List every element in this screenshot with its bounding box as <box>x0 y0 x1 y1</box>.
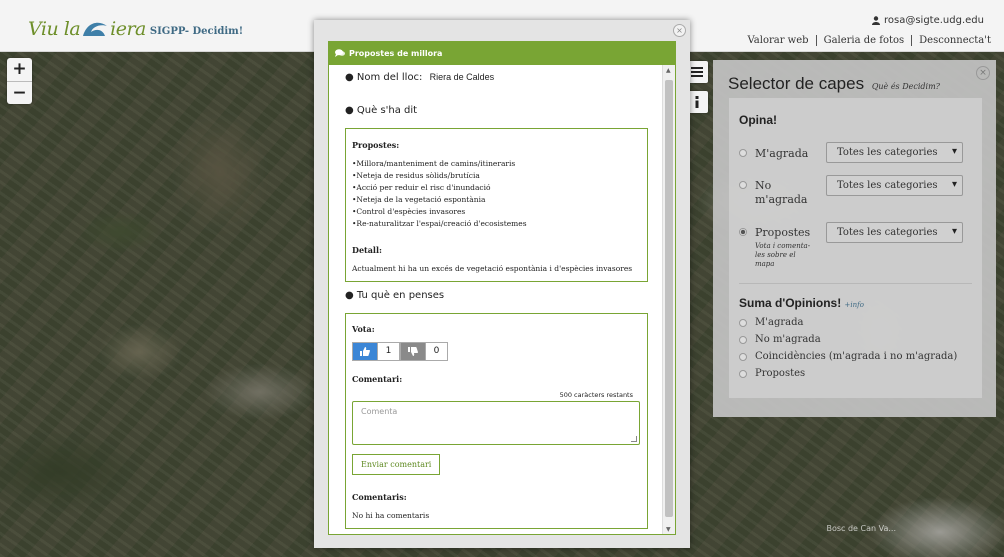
detail-label: Detall: <box>352 245 382 255</box>
top-nav: Valorar web Galeria de fotos Desconnecta… <box>741 35 999 46</box>
proposal-modal: × Propostes de millora ▲ ▼ ● Nom del llo… <box>314 20 690 548</box>
like-count: 1 <box>377 343 399 360</box>
proposal-item: •Acció per reduir el risc d'inundació <box>352 183 491 192</box>
place-value: Riera de Caldes <box>429 72 495 82</box>
suma-option[interactable]: Propostes <box>739 368 805 379</box>
comments-icon <box>335 49 345 57</box>
dislike-button[interactable]: 0 <box>400 342 448 361</box>
said-title: Què s'ha dit <box>356 105 418 116</box>
comment-label: Comentari: <box>352 374 403 384</box>
no-comments-text: No hi ha comentaris <box>352 511 430 520</box>
proposals-box: Propostes: •Millora/manteniment de camin… <box>345 128 648 282</box>
proposal-item: •Millora/manteniment de camins/itinerari… <box>352 159 516 168</box>
proposal-item: •Control d'espècies invasores <box>352 207 466 216</box>
place-name: ● Nom del lloc: Riera de Caldes <box>345 72 495 83</box>
hamburger-icon <box>691 67 703 77</box>
layer-selector-title: Selector de capes Què és Decidim? <box>728 74 981 94</box>
comment-textarea[interactable]: Comenta <box>352 401 640 445</box>
option-label: M'agrada <box>755 147 809 160</box>
option-label: Propostes <box>755 226 811 239</box>
proposal-item: •Neteja de residus sòlids/brutícia <box>352 171 480 180</box>
layer-selector-panel: × Selector de capes Què és Decidim? Opin… <box>713 60 996 417</box>
user-icon <box>872 16 880 25</box>
option-label: No m'agrada <box>755 179 808 206</box>
option-propostes[interactable]: Propostes Vota i comenta-les sobre el ma… <box>739 226 817 269</box>
suma-title-text: Suma d'Opinions! <box>739 296 842 310</box>
think-section-title: ● Tu què en penses <box>345 290 445 301</box>
opina-title: Opina! <box>739 113 777 127</box>
radio[interactable] <box>739 336 747 344</box>
comments-label: Comentaris: <box>352 492 407 502</box>
zoom-in-button[interactable]: + <box>7 58 32 81</box>
scroll-up-icon[interactable]: ▲ <box>666 67 671 74</box>
user-email: rosa@sigte.udg.edu <box>884 15 984 26</box>
said-section-title: ● Què s'ha dit <box>345 105 418 116</box>
thumbs-down-icon <box>401 343 425 360</box>
option-no-magrada[interactable]: No m'agrada <box>739 179 808 207</box>
send-comment-button[interactable]: Enviar comentari <box>352 454 441 475</box>
vote-label: Vota: <box>352 324 375 334</box>
chars-remaining: 500 caràcters restants <box>559 391 633 399</box>
radio-propostes[interactable] <box>739 228 747 236</box>
dislike-count: 0 <box>425 343 447 360</box>
proposals-label: Propostes: <box>352 140 400 150</box>
suma-option-label: No m'agrada <box>755 334 821 345</box>
site-logo[interactable]: Viu la iera SIGPP- Decidim! <box>28 18 243 40</box>
logo-subtitle: SIGPP- Decidim! <box>149 26 244 37</box>
nav-valorar-web[interactable]: Valorar web <box>741 35 816 46</box>
wave-s-icon <box>83 22 108 36</box>
radio[interactable] <box>739 319 747 327</box>
close-icon[interactable]: × <box>976 66 990 80</box>
layer-selector-body: Opina! M'agrada Totes les categories No … <box>729 98 982 398</box>
suma-option-label: Coincidències (m'agrada i no m'agrada) <box>755 351 958 362</box>
layer-selector-title-text: Selector de capes <box>728 74 865 93</box>
thumbs-up-icon <box>353 343 377 360</box>
info-link[interactable]: +info <box>845 301 864 309</box>
option-propostes-text: Propostes Vota i comenta-les sobre el ma… <box>755 226 817 269</box>
option-magrada[interactable]: M'agrada <box>739 147 808 160</box>
logo-text: Viu la <box>28 18 81 40</box>
modal-body: ▲ ▼ ● Nom del lloc: Riera de Caldes ● Qu… <box>328 65 676 535</box>
suma-option[interactable]: Coincidències (m'agrada i no m'agrada) <box>739 351 957 362</box>
que-es-decidim-link[interactable]: Què és Decidim? <box>872 82 940 91</box>
nav-galeria-fotos[interactable]: Galeria de fotos <box>815 35 912 46</box>
vote-box: Vota: 1 0 Comentari: 500 caràcters resta… <box>345 313 648 529</box>
proposal-item: •Re-naturalitzar l'espai/creació d'ecosi… <box>352 219 527 228</box>
radio-no-magrada[interactable] <box>739 181 747 189</box>
suma-option[interactable]: No m'agrada <box>739 334 821 345</box>
radio-magrada[interactable] <box>739 149 747 157</box>
proposal-item: •Neteja de la vegetació espontània <box>352 195 486 204</box>
scrollbar-thumb[interactable] <box>665 80 673 517</box>
zoom-out-button[interactable]: − <box>7 81 32 104</box>
modal-title: Propostes de millora <box>349 48 443 58</box>
suma-opinions-title: Suma d'Opinions! +info <box>739 296 864 310</box>
radio[interactable] <box>739 370 747 378</box>
place-label: Nom del lloc: <box>356 72 423 83</box>
suma-option[interactable]: M'agrada <box>739 317 803 328</box>
info-icon <box>695 96 699 108</box>
radio[interactable] <box>739 353 747 361</box>
category-select-propostes[interactable]: Totes les categories <box>826 222 963 243</box>
category-select-magrada[interactable]: Totes les categories <box>826 142 963 163</box>
think-title: Tu què en penses <box>356 290 445 301</box>
user-account[interactable]: rosa@sigte.udg.edu <box>872 15 984 26</box>
map-attribution: Bosc de Can Va... <box>826 524 896 533</box>
detail-text: Actualment hi ha un excés de vegetació e… <box>352 264 633 273</box>
option-hint: Vota i comenta-les sobre el mapa <box>755 242 811 268</box>
scroll-down-icon[interactable]: ▼ <box>666 526 671 533</box>
like-button[interactable]: 1 <box>352 342 400 361</box>
zoom-control: + − <box>7 58 32 104</box>
scrollbar[interactable]: ▲ ▼ <box>662 65 675 534</box>
category-select-no-magrada[interactable]: Totes les categories <box>826 175 963 196</box>
suma-option-label: Propostes <box>755 368 806 379</box>
logo-text-end: iera <box>110 18 146 40</box>
suma-option-label: M'agrada <box>755 317 804 328</box>
nav-desconnecta[interactable]: Desconnecta't <box>911 35 998 46</box>
modal-header: Propostes de millora <box>328 41 676 65</box>
divider <box>739 283 972 284</box>
close-icon[interactable]: × <box>673 24 686 37</box>
